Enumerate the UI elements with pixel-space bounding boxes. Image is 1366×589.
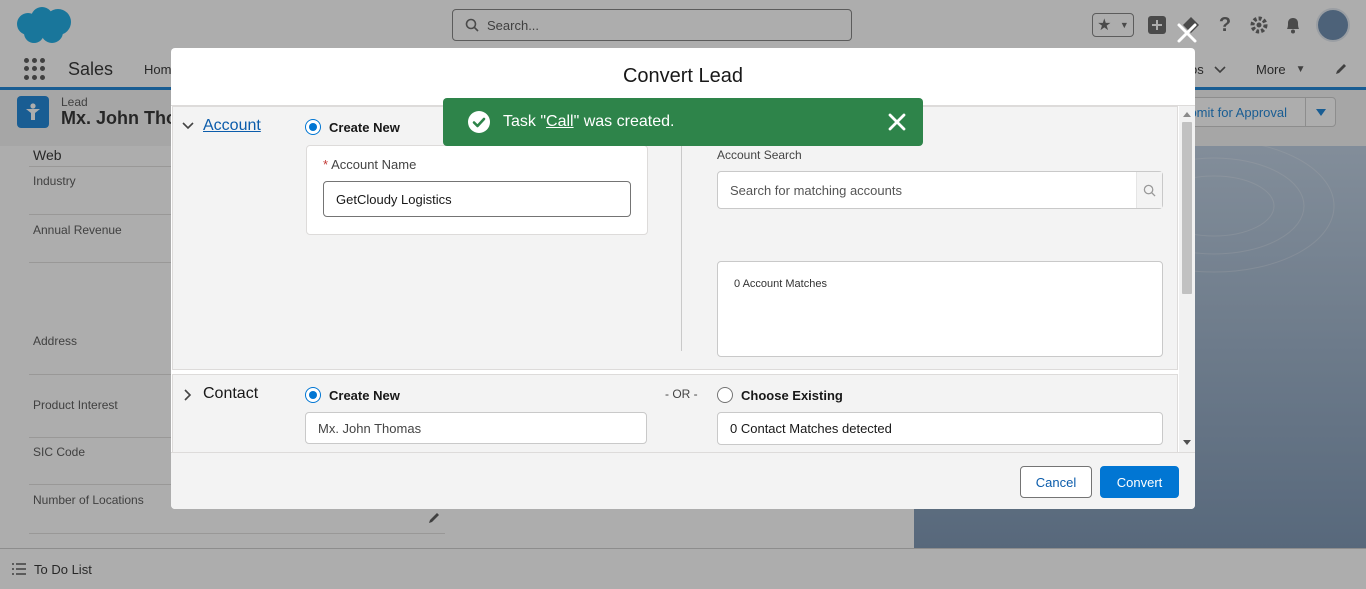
contact-section-toggle[interactable]: Contact — [203, 385, 258, 403]
contact-name-input[interactable]: Mx. John Thomas — [305, 412, 647, 444]
account-name-input[interactable]: GetCloudy Logistics — [323, 181, 631, 217]
new-account-card: * Account Name GetCloudy Logistics — [306, 145, 648, 235]
scroll-up-arrow[interactable] — [1183, 112, 1191, 117]
toast-message: Task "Call" was created. — [503, 113, 674, 131]
contact-create-new-label: Create New — [329, 388, 400, 403]
toast-message-prefix: Task " — [503, 113, 547, 130]
account-search-input[interactable]: Search for matching accounts — [717, 171, 1163, 209]
convert-button[interactable]: Convert — [1100, 466, 1179, 498]
contact-matches-field: 0 Contact Matches detected — [717, 412, 1163, 445]
contact-section: Contact Create New - OR - Choose Existin… — [172, 374, 1178, 452]
account-name-label: * Account Name — [323, 157, 416, 172]
chevron-right-icon[interactable] — [184, 389, 192, 401]
or-separator: - OR - — [665, 387, 698, 401]
search-icon — [1136, 172, 1162, 208]
scroll-down-arrow[interactable] — [1183, 440, 1191, 445]
account-create-new-radio[interactable] — [305, 119, 321, 135]
account-search-placeholder: Search for matching accounts — [730, 182, 902, 198]
close-icon[interactable] — [888, 113, 906, 131]
cancel-button[interactable]: Cancel — [1020, 466, 1092, 498]
close-icon[interactable] — [1175, 21, 1199, 45]
modal-footer: Cancel Convert — [171, 452, 1195, 509]
contact-choose-existing-label: Choose Existing — [741, 388, 843, 403]
section-divider — [681, 145, 682, 351]
toast-task-link[interactable]: Call — [546, 113, 574, 130]
account-create-new-label: Create New — [329, 120, 400, 135]
contact-choose-existing-radio[interactable] — [717, 387, 733, 403]
success-check-icon — [468, 111, 490, 133]
account-name-label-text: Account Name — [331, 157, 417, 172]
account-section-toggle[interactable]: Account — [203, 117, 261, 135]
required-marker: * — [323, 157, 329, 172]
account-search-label: Account Search — [717, 148, 802, 162]
modal-body: Account Create New * Account Name GetClou… — [171, 106, 1195, 452]
toast-message-suffix: " was created. — [573, 113, 675, 130]
success-toast: Task "Call" was created. — [443, 98, 923, 146]
contact-create-new-radio[interactable] — [305, 387, 321, 403]
account-matches-box: 0 Account Matches — [717, 261, 1163, 357]
scroll-thumb[interactable] — [1182, 122, 1192, 294]
account-matches-count: 0 Account Matches — [734, 278, 827, 290]
chevron-down-icon[interactable] — [182, 122, 194, 130]
modal-scrollbar[interactable] — [1179, 106, 1195, 452]
